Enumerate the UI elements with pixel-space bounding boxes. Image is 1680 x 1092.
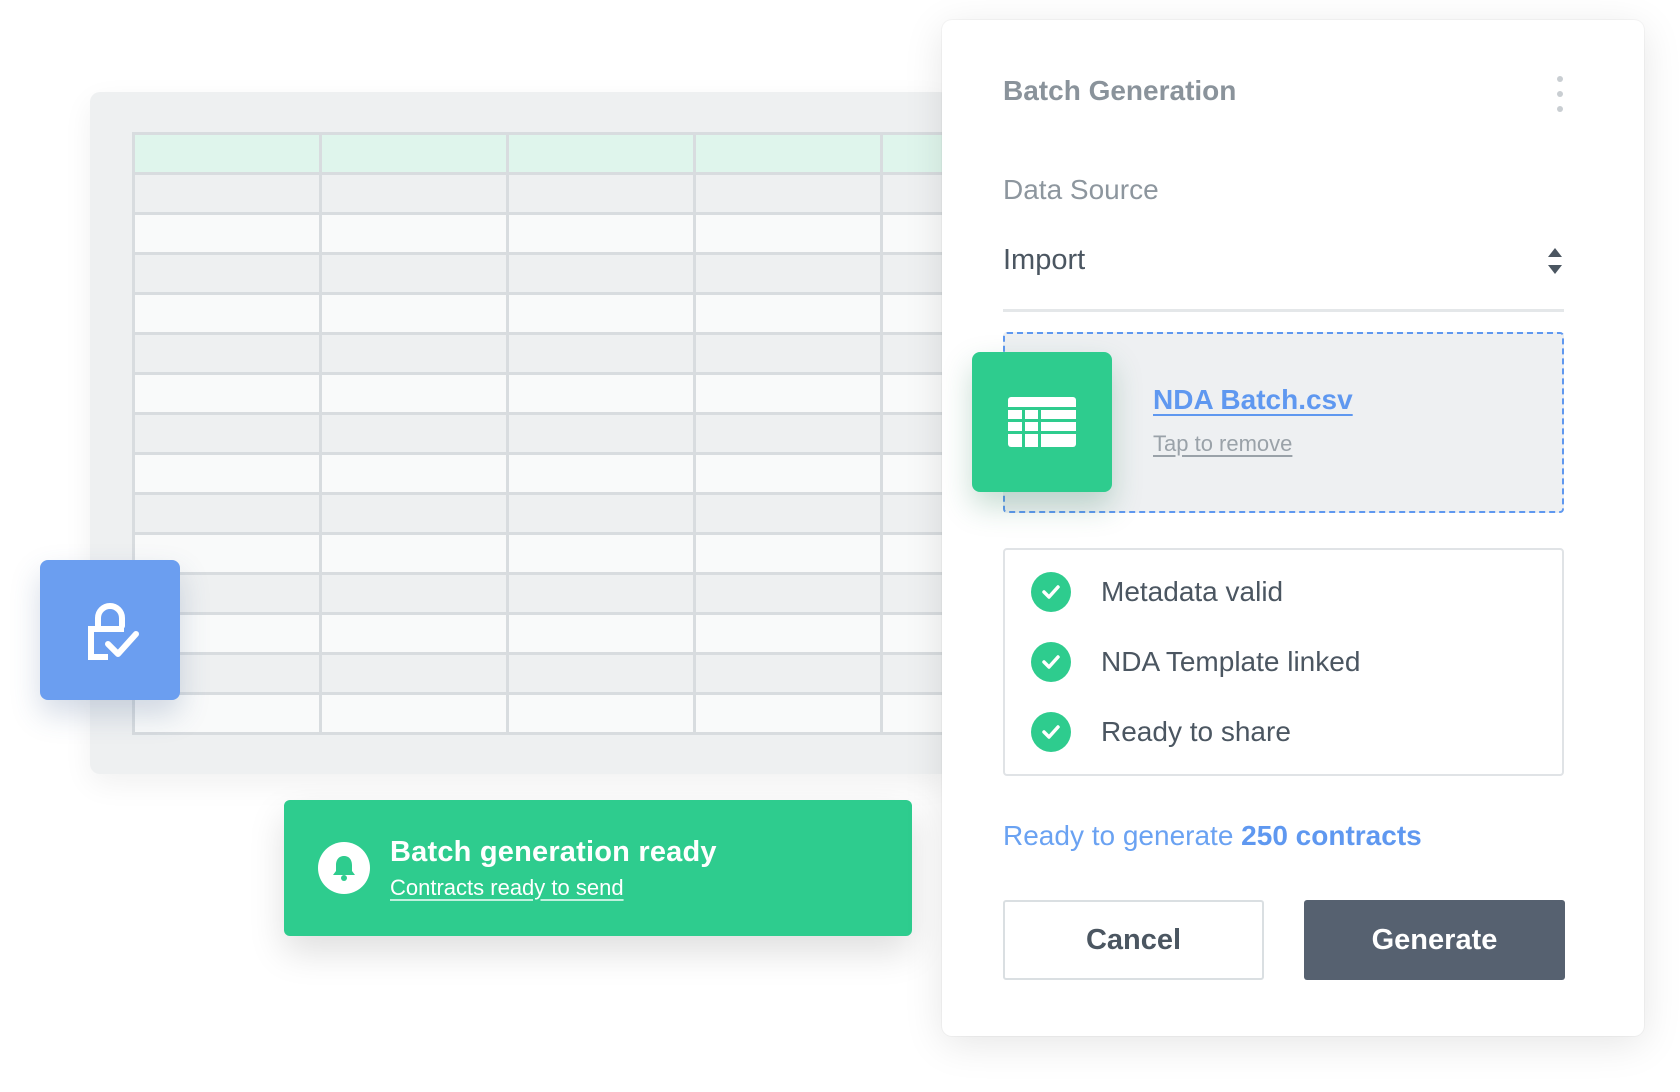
- contract-count: 250 contracts: [1241, 820, 1422, 851]
- data-source-label: Data Source: [1003, 174, 1159, 205]
- spreadsheet-grid: [132, 132, 1070, 735]
- more-options-icon[interactable]: [1552, 76, 1568, 112]
- check-label: Metadata valid: [1101, 576, 1284, 607]
- spreadsheet-icon: [972, 352, 1112, 492]
- lock-check-icon: [88, 603, 139, 660]
- select-arrows-icon: [1548, 248, 1562, 274]
- check-item: Ready to share: [1031, 712, 1291, 752]
- remove-file-link[interactable]: Tap to remove: [1153, 431, 1292, 457]
- check-icon: [1031, 642, 1071, 682]
- check-label: NDA Template linked: [1101, 646, 1361, 677]
- check-item: Metadata valid: [1031, 572, 1283, 612]
- check-label: Ready to share: [1101, 716, 1291, 747]
- batch-ready-notification[interactable]: Batch generation ready Contracts ready t…: [284, 800, 912, 936]
- notification-title: Batch generation ready: [390, 835, 717, 868]
- spreadsheet-preview: [90, 92, 1070, 774]
- summary-prefix: Ready to generate: [1003, 820, 1234, 851]
- check-icon: [1031, 712, 1071, 752]
- check-icon: [1031, 572, 1071, 612]
- lock-check-tile: [40, 560, 180, 700]
- data-source-select[interactable]: Import: [1003, 232, 1564, 312]
- generate-button[interactable]: Generate: [1304, 900, 1565, 980]
- check-item: NDA Template linked: [1031, 642, 1360, 682]
- generation-summary: Ready to generate 250 contracts: [1003, 820, 1422, 852]
- bell-icon: [318, 842, 370, 894]
- panel-title: Batch Generation: [1003, 75, 1237, 106]
- notification-subtitle-link[interactable]: Contracts ready to send: [390, 875, 624, 901]
- file-name-link[interactable]: NDA Batch.csv: [1153, 384, 1353, 416]
- batch-generation-panel: Batch Generation Data Source Import NDA …: [942, 20, 1644, 1036]
- cancel-button[interactable]: Cancel: [1003, 900, 1264, 980]
- validation-checklist: Metadata valid NDA Template linked Ready…: [1003, 548, 1564, 776]
- data-source-value: Import: [1003, 244, 1086, 276]
